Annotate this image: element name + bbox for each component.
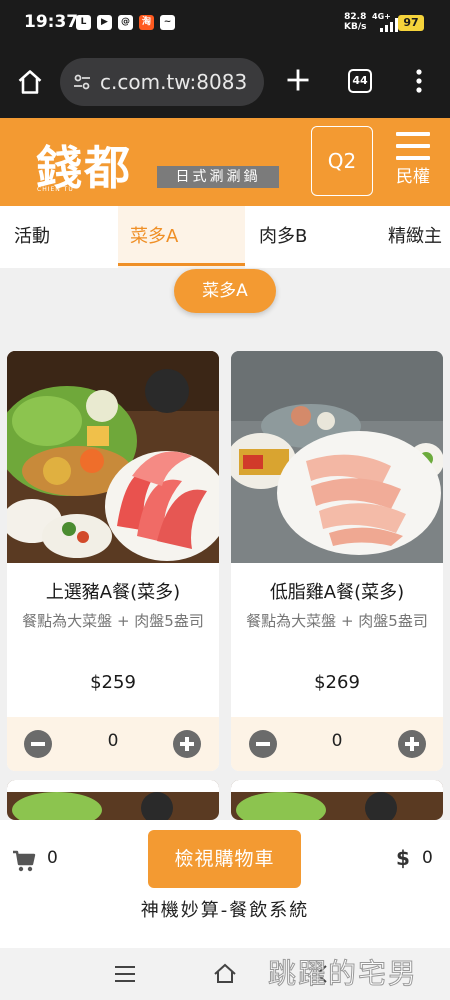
quantity-stepper: 0 — [7, 717, 219, 771]
tab-switcher-button[interactable]: 44 — [348, 69, 372, 93]
net-speed-unit: KB/s — [344, 22, 367, 32]
tab-meat-b[interactable]: 肉多B — [245, 206, 373, 268]
play-icon: ▶ — [97, 15, 112, 30]
product-image[interactable] — [231, 780, 443, 820]
tab-veg-a[interactable]: 菜多A — [118, 206, 245, 268]
decrease-button[interactable] — [24, 730, 52, 758]
restaurant-logo[interactable]: 錢都 CHIEN TU 日式涮涮鍋 — [34, 126, 284, 200]
increase-button[interactable] — [173, 730, 201, 758]
home-icon[interactable] — [16, 68, 44, 96]
logo-subtext: CHIEN TU — [37, 186, 74, 193]
product-card[interactable]: 上選豬A餐(菜多) 餐點為大菜盤 + 肉盤5盎司 $259 0 — [7, 351, 219, 771]
tab-premium[interactable]: 精緻主 — [373, 206, 450, 268]
url-text: c.com.tw:8083 — [100, 70, 248, 94]
status-time: 19:37 — [24, 12, 79, 32]
site-settings-icon[interactable] — [72, 72, 92, 92]
menu-label: 民權 — [396, 167, 430, 187]
logo-tag: 日式涮涮鍋 — [157, 166, 279, 188]
more-options-icon[interactable] — [406, 66, 432, 96]
threads-icon: @ — [118, 15, 133, 30]
product-price: $269 — [314, 672, 360, 693]
product-price: $259 — [90, 672, 136, 693]
browser-toolbar: c.com.tw:8083 44 — [0, 48, 450, 118]
tab-activity[interactable]: 活動 — [0, 206, 118, 268]
hamburger-icon — [396, 132, 430, 162]
line-icon: L — [76, 15, 91, 30]
cart-bar: 0 檢視購物車 $ 0 神機妙算-餐飲系統 — [0, 820, 450, 948]
product-card[interactable]: 低脂雞A餐(菜多) 餐點為大菜盤 + 肉盤5盎司 $269 0 — [231, 351, 443, 771]
product-card[interactable] — [7, 780, 219, 820]
product-image[interactable] — [7, 780, 219, 820]
system-brand: 神機妙算-餐飲系統 — [140, 900, 310, 921]
cart-total: 0 — [422, 848, 433, 868]
watermark: 跳躍的宅男 — [267, 957, 419, 991]
cart-count: 0 — [47, 848, 58, 868]
site-header: 錢都 CHIEN TU 日式涮涮鍋 Q2 民權 — [0, 118, 450, 206]
product-card[interactable] — [231, 780, 443, 820]
menu-button[interactable]: 民權 — [388, 128, 438, 200]
product-name: 上選豬A餐(菜多) — [45, 582, 181, 603]
dollar-icon: $ — [396, 846, 410, 870]
net-speed-value: 82.8 — [344, 12, 367, 22]
battery-icon: 97 — [398, 15, 424, 31]
recent-apps-icon[interactable] — [115, 966, 135, 982]
new-tab-icon[interactable] — [284, 66, 312, 94]
taobao-icon: 淘 — [139, 15, 154, 30]
category-tabs: 活動 菜多A 肉多B 精緻主 — [0, 206, 450, 268]
increase-button[interactable] — [398, 730, 426, 758]
product-description: 餐點為大菜盤 + 肉盤5盎司 — [22, 612, 204, 630]
product-name: 低脂雞A餐(菜多) — [269, 582, 405, 603]
system-home-icon[interactable] — [213, 962, 237, 984]
section-title: 菜多A — [174, 269, 276, 313]
messenger-icon: ~ — [160, 15, 175, 30]
shopping-cart-icon — [13, 850, 36, 872]
quantity-value: 0 — [107, 731, 119, 751]
quantity-stepper: 0 — [231, 717, 443, 771]
quantity-value: 0 — [331, 731, 343, 751]
status-bar: 19:37 L ▶ @ 淘 ~ 82.8 KB/s 4G+ 97 — [0, 0, 450, 48]
signal-icon — [380, 18, 398, 32]
decrease-button[interactable] — [249, 730, 277, 758]
product-image[interactable] — [7, 351, 219, 563]
address-bar[interactable]: c.com.tw:8083 — [60, 58, 264, 106]
view-cart-button[interactable]: 檢視購物車 — [148, 830, 301, 888]
net-speed: 82.8 KB/s — [344, 12, 366, 32]
product-image[interactable] — [231, 351, 443, 563]
notification-icons: L ▶ @ 淘 ~ — [76, 15, 175, 30]
product-description: 餐點為大菜盤 + 肉盤5盎司 — [246, 612, 428, 630]
table-number: Q2 — [311, 126, 373, 196]
